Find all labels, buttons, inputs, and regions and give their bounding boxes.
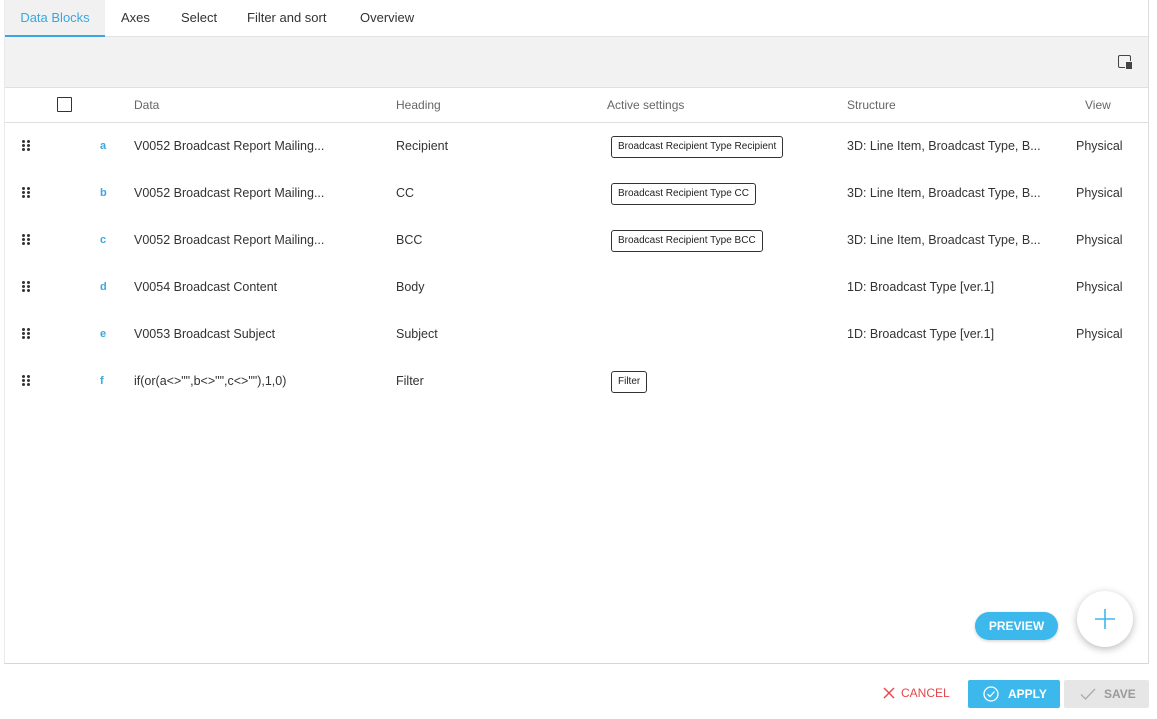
row-letter: f: [100, 375, 104, 387]
row-letter: c: [100, 234, 107, 246]
panel-toggle-icon[interactable]: [1118, 55, 1133, 70]
column-header-structure: Structure: [847, 98, 896, 112]
row-data[interactable]: V0052 Broadcast Report Mailing...: [134, 170, 324, 217]
row-letter: d: [100, 281, 107, 293]
tab-data-blocks[interactable]: Data Blocks: [5, 0, 105, 37]
row-view: Physical: [1076, 139, 1123, 153]
row-letter: b: [100, 187, 107, 199]
tab-bar: Data Blocks Axes Select Filter and sort …: [5, 0, 1148, 37]
close-icon: [883, 687, 895, 699]
toolbar: [5, 37, 1148, 88]
row-data[interactable]: V0052 Broadcast Report Mailing...: [134, 123, 324, 170]
row-heading[interactable]: Recipient: [396, 123, 448, 170]
table-row[interactable]: b V0052 Broadcast Report Mailing... CC B…: [5, 170, 1148, 217]
preview-button[interactable]: PREVIEW: [975, 612, 1058, 640]
tab-select[interactable]: Select: [181, 0, 217, 37]
drag-handle-icon[interactable]: [22, 375, 30, 387]
active-setting-chip[interactable]: Filter: [611, 371, 648, 393]
active-setting-chip[interactable]: Broadcast Recipient Type CC: [611, 183, 756, 205]
row-structure: 3D: Line Item, Broadcast Type, B...: [847, 139, 1041, 153]
tab-overview[interactable]: Overview: [360, 0, 414, 37]
table-row[interactable]: e V0053 Broadcast Subject Subject 1D: Br…: [5, 311, 1148, 358]
table-row[interactable]: d V0054 Broadcast Content Body 1D: Broad…: [5, 264, 1148, 311]
column-header-data: Data: [134, 98, 160, 112]
column-header-active-settings: Active settings: [607, 98, 685, 112]
cancel-label: CANCEL: [901, 686, 950, 700]
save-button: SAVE: [1064, 680, 1149, 708]
row-structure: 3D: Line Item, Broadcast Type, B...: [847, 233, 1041, 247]
drag-handle-icon[interactable]: [22, 187, 30, 199]
row-structure: 3D: Line Item, Broadcast Type, B...: [847, 186, 1041, 200]
select-all-checkbox[interactable]: [57, 97, 72, 112]
drag-handle-icon[interactable]: [22, 281, 30, 293]
tab-filter-and-sort[interactable]: Filter and sort: [247, 0, 326, 37]
plus-icon: [1095, 609, 1115, 629]
apply-button[interactable]: APPLY: [968, 680, 1060, 708]
row-letter: e: [100, 328, 107, 340]
check-icon: [1080, 688, 1096, 700]
add-data-block-button[interactable]: [1077, 591, 1133, 647]
column-header-heading: Heading: [396, 98, 441, 112]
drag-handle-icon[interactable]: [22, 328, 30, 340]
row-heading[interactable]: Filter: [396, 358, 424, 405]
row-heading[interactable]: Subject: [396, 311, 438, 358]
table-row[interactable]: a V0052 Broadcast Report Mailing... Reci…: [5, 123, 1148, 170]
active-setting-chip[interactable]: Broadcast Recipient Type BCC: [611, 230, 763, 252]
drag-handle-icon[interactable]: [22, 234, 30, 246]
table-header: Data Heading Active settings Structure V…: [5, 88, 1148, 123]
tab-axes[interactable]: Axes: [121, 0, 150, 37]
row-view: Physical: [1076, 233, 1123, 247]
row-data[interactable]: if(or(a<>"",b<>"",c<>""),1,0): [134, 358, 286, 405]
table-row[interactable]: f if(or(a<>"",b<>"",c<>""),1,0) Filter F…: [5, 358, 1148, 405]
row-letter: a: [100, 140, 107, 152]
table-row[interactable]: c V0052 Broadcast Report Mailing... BCC …: [5, 217, 1148, 264]
cancel-button[interactable]: CANCEL: [883, 679, 950, 707]
row-heading[interactable]: CC: [396, 170, 414, 217]
row-data[interactable]: V0052 Broadcast Report Mailing...: [134, 217, 324, 264]
save-label: SAVE: [1104, 687, 1136, 701]
row-data[interactable]: V0053 Broadcast Subject: [134, 311, 275, 358]
check-circle-icon: [983, 686, 999, 702]
row-data[interactable]: V0054 Broadcast Content: [134, 264, 277, 311]
data-blocks-panel: Data Blocks Axes Select Filter and sort …: [4, 0, 1149, 664]
row-heading[interactable]: BCC: [396, 217, 422, 264]
drag-handle-icon[interactable]: [22, 140, 30, 152]
apply-label: APPLY: [1008, 687, 1047, 701]
row-structure: 1D: Broadcast Type [ver.1]: [847, 280, 995, 294]
row-view: Physical: [1076, 186, 1123, 200]
row-structure: 1D: Broadcast Type [ver.1]: [847, 327, 995, 341]
active-setting-chip[interactable]: Broadcast Recipient Type Recipient: [611, 136, 784, 158]
row-view: Physical: [1076, 327, 1123, 341]
row-view: Physical: [1076, 280, 1123, 294]
row-heading[interactable]: Body: [396, 264, 425, 311]
column-header-view: View: [1085, 98, 1111, 112]
